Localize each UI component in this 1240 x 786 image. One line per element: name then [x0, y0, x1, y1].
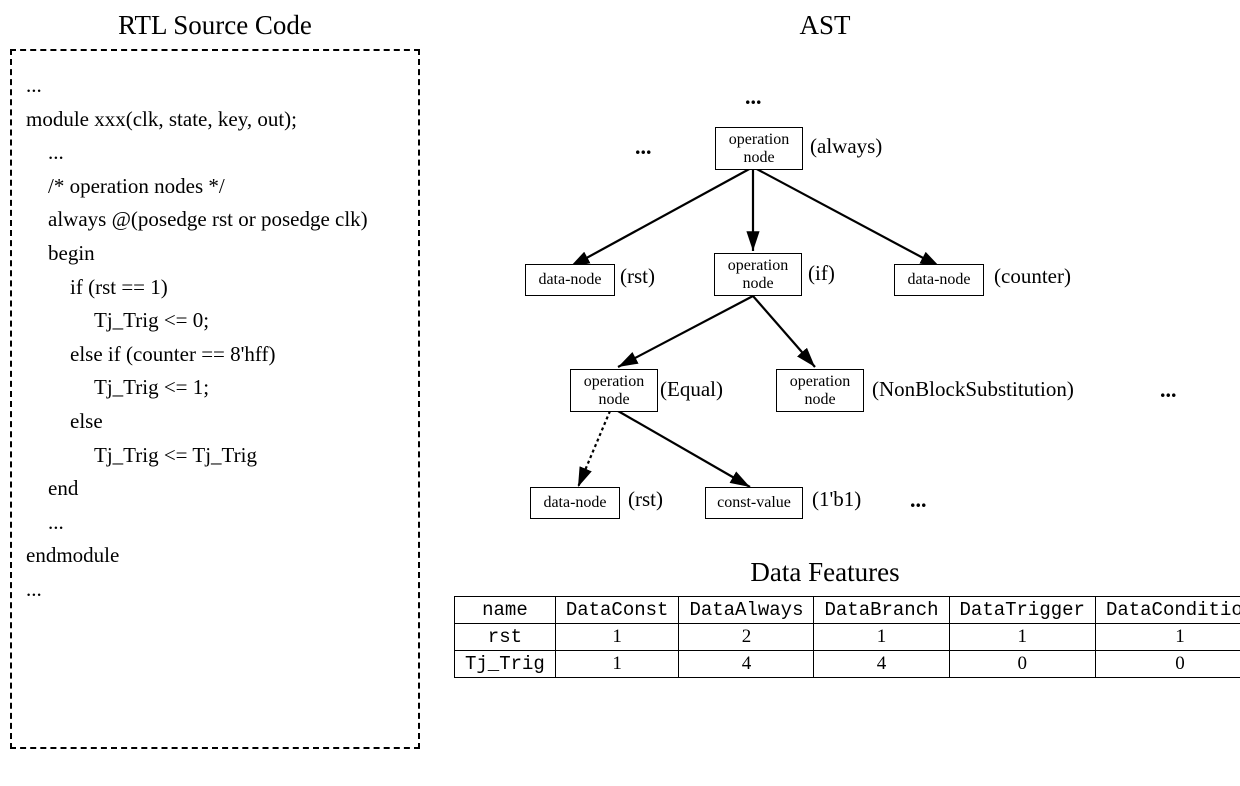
node-text: const-value — [717, 494, 791, 511]
ast-node-if: operationnode — [714, 253, 802, 296]
ast-node-equal: operationnode — [570, 369, 658, 412]
ast-node-always: operationnode — [715, 127, 803, 170]
cell: 1 — [555, 651, 679, 678]
code-line: begin — [26, 237, 408, 271]
code-line: if (rst == 1) — [26, 271, 408, 305]
ast-label-const: (1'b1) — [812, 487, 861, 512]
cell: 0 — [949, 651, 1095, 678]
node-text: operationnode — [729, 131, 789, 166]
ast-node-nbs: operationnode — [776, 369, 864, 412]
code-line: always @(posedge rst or posedge clk) — [26, 203, 408, 237]
node-text: data-node — [538, 271, 601, 288]
right-panel: AST ... ... — [440, 0, 1240, 786]
ast-label-equal: (Equal) — [660, 377, 723, 402]
code-line: else — [26, 405, 408, 439]
node-text: operationnode — [584, 373, 644, 408]
rtl-title: RTL Source Code — [10, 10, 420, 41]
code-line: ... — [26, 136, 408, 170]
rtl-source-panel: RTL Source Code ...module xxx(clk, state… — [0, 0, 440, 786]
cell: 2 — [679, 624, 814, 651]
ast-edges — [450, 49, 1230, 549]
ast-node-rst: data-node — [525, 264, 615, 296]
table-header: DataBranch — [814, 597, 949, 624]
node-text: operationnode — [790, 373, 850, 408]
ast-label-always: (always) — [810, 134, 882, 159]
node-text: data-node — [543, 494, 606, 511]
dots: ... — [1160, 377, 1177, 403]
row-name: rst — [455, 624, 556, 651]
table-header: DataTrigger — [949, 597, 1095, 624]
code-line: Tj_Trig <= Tj_Trig — [26, 439, 408, 473]
code-line: end — [26, 472, 408, 506]
code-line: else if (counter == 8'hff) — [26, 338, 408, 372]
ast-label-if: (if) — [808, 261, 835, 286]
ast-label-nbs: (NonBlockSubstitution) — [872, 377, 1074, 402]
code-line: module xxx(clk, state, key, out); — [26, 103, 408, 137]
ast-node-const: const-value — [705, 487, 803, 519]
table-header: DataCondition — [1095, 597, 1240, 624]
cell: 1 — [949, 624, 1095, 651]
ast-label-rst: (rst) — [620, 264, 655, 289]
ast-diagram: ... ... operationnode (always) data-node… — [450, 49, 1230, 549]
code-line: endmodule — [26, 539, 408, 573]
cell: 4 — [814, 651, 949, 678]
code-line: /* operation nodes */ — [26, 170, 408, 204]
code-line: Tj_Trig <= 1; — [26, 371, 408, 405]
data-features-title: Data Features — [450, 557, 1200, 588]
ast-node-counter: data-node — [894, 264, 984, 296]
node-text: operationnode — [728, 257, 788, 292]
node-text: data-node — [907, 271, 970, 288]
cell: 1 — [814, 624, 949, 651]
ast-node-rst2: data-node — [530, 487, 620, 519]
code-line: ... — [26, 573, 408, 607]
code-line: ... — [26, 506, 408, 540]
ast-title: AST — [450, 10, 1200, 41]
code-line: Tj_Trig <= 0; — [26, 304, 408, 338]
cell: 1 — [555, 624, 679, 651]
table-row: rst12111 — [455, 624, 1240, 651]
data-features-table: nameDataConstDataAlwaysDataBranchDataTri… — [454, 596, 1240, 678]
cell: 4 — [679, 651, 814, 678]
row-name: Tj_Trig — [455, 651, 556, 678]
table-header: DataAlways — [679, 597, 814, 624]
dots: ... — [910, 487, 927, 513]
cell: 1 — [1095, 624, 1240, 651]
table-header: DataConst — [555, 597, 679, 624]
table-row: Tj_Trig14400 — [455, 651, 1240, 678]
dots: ... — [745, 84, 762, 110]
ast-label-counter: (counter) — [994, 264, 1071, 289]
cell: 0 — [1095, 651, 1240, 678]
ast-label-rst2: (rst) — [628, 487, 663, 512]
code-box: ...module xxx(clk, state, key, out);.../… — [10, 49, 420, 749]
dots: ... — [635, 134, 652, 160]
table-header: name — [455, 597, 556, 624]
code-line: ... — [26, 69, 408, 103]
